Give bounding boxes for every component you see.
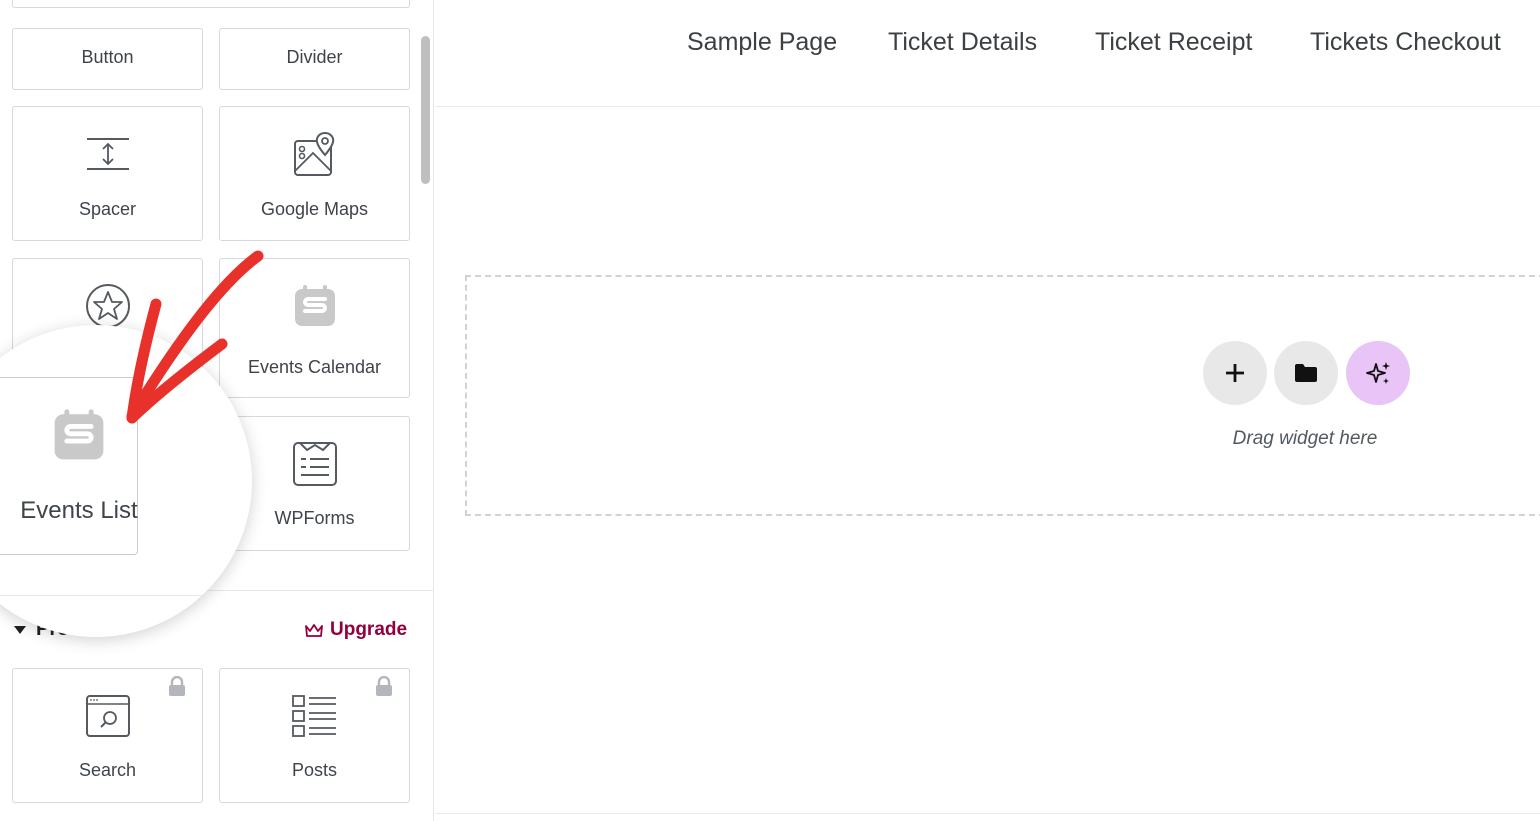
widget-panel: Button Divider Spacer Google Maps Events…	[0, 0, 434, 821]
widget-button[interactable]: Button	[12, 28, 203, 90]
scrollbar-thumb[interactable]	[421, 36, 430, 184]
nav-link-ticket-details[interactable]: Ticket Details	[888, 28, 1037, 57]
widget-search[interactable]: Search	[12, 668, 203, 803]
dropzone-hint: Drag widget here	[1232, 428, 1378, 449]
section-divider	[0, 595, 252, 596]
nav-link-sample-page[interactable]: Sample Page	[687, 28, 837, 57]
widget-label: Events Calendar	[247, 357, 382, 377]
nav-link-ticket-receipt[interactable]: Ticket Receipt	[1095, 28, 1252, 57]
widget-google-maps[interactable]: Google Maps	[219, 106, 410, 241]
widget-label: Button	[81, 47, 134, 67]
add-template-button[interactable]	[1274, 341, 1338, 405]
footer-divider	[435, 813, 1540, 814]
widget-events-calendar[interactable]: Events Calendar	[219, 258, 410, 398]
lock-icon	[169, 676, 185, 696]
upgrade-link[interactable]: Upgrade	[304, 619, 407, 641]
site-navigation: Sample Page Ticket Details Ticket Receip…	[435, 28, 1540, 62]
spacer-icon	[86, 138, 129, 170]
star-icon	[85, 284, 130, 328]
search-icon	[85, 695, 130, 737]
events-list-label: Events List	[20, 497, 138, 524]
plus-icon	[1226, 364, 1244, 382]
ai-generate-button[interactable]	[1346, 341, 1410, 405]
header-divider	[435, 106, 1540, 107]
wpforms-icon	[292, 442, 337, 486]
page-canvas: Sample Page Ticket Details Ticket Receip…	[435, 0, 1540, 821]
add-section-button[interactable]	[1203, 341, 1267, 405]
widget-label: Posts	[291, 760, 338, 780]
widget-spacer[interactable]: Spacer	[12, 106, 203, 241]
widget-label: Spacer	[78, 199, 137, 219]
events-list-icon	[54, 409, 104, 460]
map-icon	[293, 131, 334, 176]
widget-search-input[interactable]	[12, 0, 410, 8]
widget-label: Google Maps	[260, 199, 369, 219]
upgrade-label: Upgrade	[330, 619, 408, 640]
widget-divider[interactable]: Divider	[219, 28, 410, 90]
lock-icon	[376, 676, 392, 696]
widget-label: Search	[78, 760, 137, 780]
events-list-card-zoomed[interactable]	[0, 377, 138, 555]
events-calendar-icon	[294, 285, 335, 326]
posts-icon	[291, 695, 336, 737]
folder-icon	[1295, 364, 1317, 382]
widget-posts[interactable]: Posts	[219, 668, 410, 803]
sparkle-icon	[1366, 362, 1390, 384]
crown-icon	[305, 623, 323, 637]
caret-down-icon[interactable]	[14, 626, 26, 635]
nav-link-tickets-checkout[interactable]: Tickets Checkout	[1310, 28, 1501, 57]
widget-label: Divider	[286, 47, 343, 67]
